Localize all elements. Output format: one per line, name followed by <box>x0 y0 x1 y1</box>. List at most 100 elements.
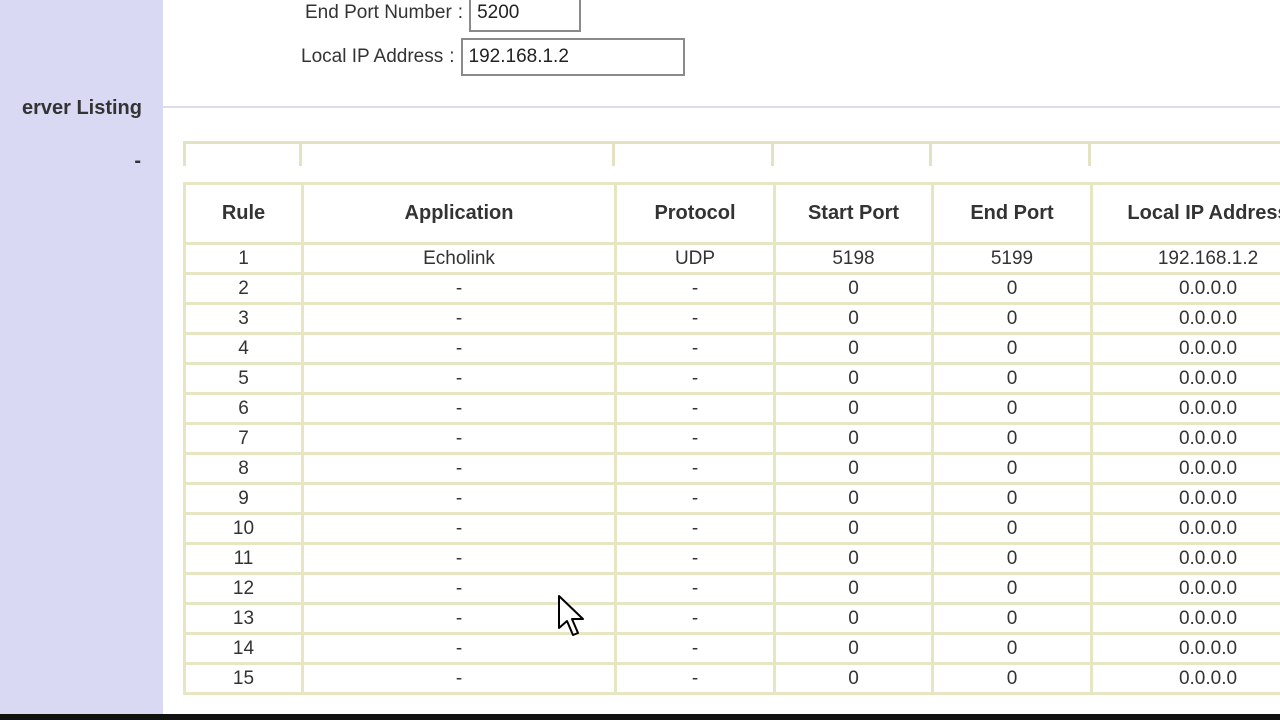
column-header-rule: Rule <box>183 182 304 245</box>
cell-start-port: 0 <box>773 572 934 605</box>
cell-protocol: UDP <box>614 242 776 275</box>
table-row: 5- -0 0 0.0.0.0 <box>183 362 1280 395</box>
cell-start-port: 0 <box>773 542 934 575</box>
cell-local-ip: 0.0.0.0 <box>1090 602 1280 635</box>
cell-end-port: 0 <box>931 392 1093 425</box>
cell-end-port: 0 <box>931 302 1093 335</box>
cell-protocol: - <box>614 332 776 365</box>
cell-protocol: - <box>614 362 776 395</box>
cell-start-port: 0 <box>773 632 934 665</box>
table-row: 13- -0 0 0.0.0.0 <box>183 602 1280 635</box>
table-row: 7- -0 0 0.0.0.0 <box>183 422 1280 455</box>
cell-protocol: - <box>614 272 776 305</box>
cell-protocol: - <box>614 422 776 455</box>
end-port-row: End Port Number : <box>305 0 582 32</box>
end-port-label: End Port Number <box>305 2 452 23</box>
table-row: 11- -0 0 0.0.0.0 <box>183 542 1280 575</box>
cell-local-ip: 0.0.0.0 <box>1090 512 1280 545</box>
cell-end-port: 5199 <box>931 242 1093 275</box>
cell-application: Echolink <box>301 242 617 275</box>
end-port-colon: : <box>457 2 464 23</box>
cell-rule: 2 <box>183 272 304 305</box>
cell-end-port: 0 <box>931 662 1093 695</box>
cell-local-ip: 0.0.0.0 <box>1090 632 1280 665</box>
cell-protocol: - <box>614 662 776 695</box>
cell-local-ip: 0.0.0.0 <box>1090 542 1280 575</box>
table-row: 6- -0 0 0.0.0.0 <box>183 392 1280 425</box>
local-ip-row: Local IP Address : <box>301 38 685 76</box>
cell-application: - <box>301 392 617 425</box>
bottom-bar <box>0 714 1280 720</box>
cell-local-ip: 192.168.1.2 <box>1090 242 1280 275</box>
cell-rule: 3 <box>183 302 304 335</box>
cell-local-ip: 0.0.0.0 <box>1090 362 1280 395</box>
cell-rule: 10 <box>183 512 304 545</box>
table-row: 9- -0 0 0.0.0.0 <box>183 482 1280 515</box>
cell-application: - <box>301 272 617 305</box>
cell-end-port: 0 <box>931 362 1093 395</box>
cell-application: - <box>301 302 617 335</box>
cell-rule: 12 <box>183 572 304 605</box>
cell-local-ip: 0.0.0.0 <box>1090 452 1280 485</box>
section-divider <box>163 106 1280 108</box>
column-header-start-port: Start Port <box>773 182 934 245</box>
cell-end-port: 0 <box>931 602 1093 635</box>
table-row: 2- -0 0 0.0.0.0 <box>183 272 1280 305</box>
table-row: 3- -0 0 0.0.0.0 <box>183 302 1280 335</box>
cell-rule: 15 <box>183 662 304 695</box>
cell-protocol: - <box>614 392 776 425</box>
mouse-pointer-icon <box>558 595 584 636</box>
sidebar-item-server-listing[interactable]: erver Listing <box>22 97 142 120</box>
cell-protocol: - <box>614 452 776 485</box>
cell-end-port: 0 <box>931 332 1093 365</box>
local-ip-colon: : <box>449 46 455 67</box>
sidebar-dash: - <box>134 150 141 172</box>
cell-rule: 14 <box>183 632 304 665</box>
cell-local-ip: 0.0.0.0 <box>1090 572 1280 605</box>
cell-application: - <box>301 542 617 575</box>
cell-end-port: 0 <box>931 482 1093 515</box>
cell-application: - <box>301 482 617 515</box>
cell-rule: 4 <box>183 332 304 365</box>
cell-end-port: 0 <box>931 512 1093 545</box>
cell-local-ip: 0.0.0.0 <box>1090 392 1280 425</box>
cell-rule: 5 <box>183 362 304 395</box>
cell-application: - <box>301 332 617 365</box>
cell-start-port: 0 <box>773 272 934 305</box>
column-header-application: Application <box>301 182 617 245</box>
cell-start-port: 0 <box>773 602 934 635</box>
table-header-row: Rule Application Protocol Start Port End Por… <box>183 182 1280 245</box>
cell-local-ip: 0.0.0.0 <box>1090 422 1280 455</box>
cell-application: - <box>301 362 617 395</box>
cell-protocol: - <box>614 632 776 665</box>
port-forwarding-table: Rule Application Protocol Start Port End Por… <box>183 182 1280 695</box>
table-row: 15- -0 0 0.0.0.0 <box>183 662 1280 695</box>
cell-local-ip: 0.0.0.0 <box>1090 272 1280 305</box>
cell-end-port: 0 <box>931 452 1093 485</box>
cell-end-port: 0 <box>931 542 1093 575</box>
cell-start-port: 0 <box>773 362 934 395</box>
cell-end-port: 0 <box>931 632 1093 665</box>
cell-application: - <box>301 662 617 695</box>
cell-rule: 7 <box>183 422 304 455</box>
local-ip-input[interactable] <box>460 38 685 76</box>
cell-start-port: 0 <box>773 452 934 485</box>
cell-local-ip: 0.0.0.0 <box>1090 332 1280 365</box>
cell-rule: 1 <box>183 242 304 275</box>
table-row: 1 Echolink UDP 5198 5199 192.168.1.2 <box>183 242 1280 275</box>
end-port-input[interactable] <box>469 0 582 32</box>
cell-start-port: 0 <box>773 302 934 335</box>
cell-application: - <box>301 452 617 485</box>
table-spacer-row <box>183 141 1280 166</box>
cell-start-port: 0 <box>773 662 934 695</box>
cell-local-ip: 0.0.0.0 <box>1090 302 1280 335</box>
cell-start-port: 0 <box>773 332 934 365</box>
sidebar: erver Listing - <box>0 0 163 720</box>
cell-protocol: - <box>614 512 776 545</box>
cell-start-port: 5198 <box>773 242 934 275</box>
cell-end-port: 0 <box>931 272 1093 305</box>
column-header-local-ip: Local IP Address <box>1090 182 1280 245</box>
cell-rule: 13 <box>183 602 304 635</box>
cell-start-port: 0 <box>773 512 934 545</box>
local-ip-label: Local IP Address <box>301 46 444 67</box>
